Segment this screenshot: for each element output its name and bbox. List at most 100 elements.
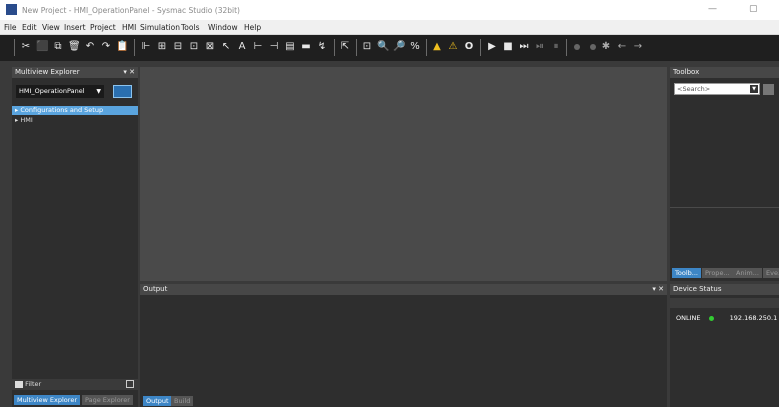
toolbar-separator xyxy=(426,39,427,56)
chevron-down-icon: ▼ xyxy=(96,88,101,95)
device-monitor-icon[interactable] xyxy=(113,85,132,98)
multiview-explorer-panel: Multiview Explorer ▾ ✕ HMI_OperationPane… xyxy=(12,67,138,407)
redo-icon[interactable]: ↷ xyxy=(100,40,112,54)
menu-simulation[interactable]: Simulation xyxy=(140,23,180,32)
panel-pin-button[interactable]: ▾ ✕ xyxy=(123,67,135,78)
warning-icon[interactable]: ▲ xyxy=(431,40,443,54)
device-ip-label: 192.168.250.1 xyxy=(729,314,778,322)
panel-title: Multiview Explorer xyxy=(15,68,80,76)
device-status-header: Device Status xyxy=(670,284,779,295)
save-icon[interactable]: ⬛ xyxy=(36,40,48,54)
menu-insert[interactable]: Insert xyxy=(64,23,86,32)
maximize-button[interactable]: ▢ xyxy=(749,4,758,14)
chevron-down-icon: ▼ xyxy=(750,85,758,93)
run-icon[interactable]: ▶ xyxy=(486,40,498,54)
paste-icon[interactable]: 📋 xyxy=(116,40,128,54)
back-icon[interactable]: ← xyxy=(616,40,628,54)
zoom-out-icon[interactable]: 🔎 xyxy=(393,40,405,54)
menu-view[interactable]: View xyxy=(42,23,60,32)
zoom-percent-icon[interactable]: % xyxy=(409,40,421,54)
menu-window[interactable]: Window xyxy=(208,23,238,32)
step-over-icon[interactable]: ⏯ xyxy=(534,40,546,54)
find-icon[interactable]: ⇱ xyxy=(339,40,351,54)
search-placeholder: <Search> xyxy=(677,85,711,93)
toolbar-separator xyxy=(334,39,335,56)
table-icon[interactable]: ▤ xyxy=(284,40,296,54)
tab-toolbox[interactable]: Toolb... xyxy=(672,268,701,278)
filter-bar[interactable]: Filter xyxy=(12,379,138,390)
text-icon[interactable]: A xyxy=(236,40,248,54)
bring-front-icon[interactable]: ⊢ xyxy=(252,40,264,54)
send-back-icon[interactable]: ⊣ xyxy=(268,40,280,54)
menu-hmi[interactable]: HMI xyxy=(122,23,136,32)
divider xyxy=(670,207,779,208)
alert-icon[interactable]: ⚠ xyxy=(447,40,459,54)
build-icon[interactable]: O xyxy=(463,40,475,54)
copy-icon[interactable]: ⧉ xyxy=(52,40,64,54)
tab-build[interactable]: Build xyxy=(171,396,194,406)
zoom-fit-icon[interactable]: ⊡ xyxy=(361,40,373,54)
tab-properties[interactable]: Prope... xyxy=(702,268,733,278)
tab-events[interactable]: Eve... xyxy=(763,268,779,278)
bar-icon[interactable]: ▬ xyxy=(300,40,312,54)
tab-page-explorer[interactable]: Page Explorer xyxy=(82,395,133,405)
device-status-panel: Device Status ONLINE 192.168.250.1 xyxy=(670,284,779,407)
delete-icon[interactable]: 🗑 xyxy=(68,40,81,54)
menu-bar: File Edit View Insert Project HMI Simula… xyxy=(0,20,779,35)
window-title: New Project - HMI_OperationPanel - Sysma… xyxy=(22,6,240,15)
tab-animations[interactable]: Anim... xyxy=(733,268,762,278)
toolbar-separator xyxy=(566,39,567,56)
pause-icon[interactable]: ⏸ xyxy=(550,40,562,54)
title-bar: New Project - HMI_OperationPanel - Sysma… xyxy=(0,0,779,20)
toolbox-panel: Toolbox <Search> ▼ Toolb... Prope... Ani… xyxy=(670,67,779,281)
stop-icon[interactable]: ■ xyxy=(502,40,514,54)
grid-icon[interactable]: ⊞ xyxy=(156,40,168,54)
menu-project[interactable]: Project xyxy=(90,23,116,32)
align-top-icon[interactable]: ⊟ xyxy=(172,40,184,54)
trend-icon[interactable]: ↯ xyxy=(316,40,328,54)
status-dot-icon xyxy=(590,44,596,50)
editor-area[interactable] xyxy=(140,67,667,281)
menu-help[interactable]: Help xyxy=(244,23,261,32)
toolbar-separator xyxy=(134,39,135,56)
toolbox-header: Toolbox xyxy=(670,67,779,78)
expand-arrow-icon: ▸ xyxy=(15,106,19,114)
online-indicator-icon xyxy=(708,315,714,321)
tree-item-hmi[interactable]: ▸ HMI xyxy=(12,116,138,125)
online-status-label: ONLINE xyxy=(676,314,701,322)
tree-item-label: Configurations and Setup xyxy=(20,106,104,114)
forward-icon[interactable]: → xyxy=(632,40,644,54)
device-selector-value: HMI_OperationPanel xyxy=(19,87,85,95)
toolbar-separator xyxy=(480,39,481,56)
tab-output[interactable]: Output xyxy=(143,396,172,406)
align-bottom-icon[interactable]: ⊡ xyxy=(188,40,200,54)
device-selector[interactable]: HMI_OperationPanel ▼ xyxy=(16,85,104,98)
menu-tools[interactable]: Tools xyxy=(181,23,199,32)
toolbox-search-input[interactable]: <Search> ▼ xyxy=(674,83,760,95)
tab-multiview-explorer[interactable]: Multiview Explorer xyxy=(14,395,80,405)
minimize-button[interactable]: — xyxy=(708,4,717,14)
filter-toggle-icon[interactable] xyxy=(126,380,134,388)
menu-file[interactable]: File xyxy=(4,23,17,32)
device-status-toolbar xyxy=(670,298,779,308)
panel-title: Toolbox xyxy=(673,68,700,76)
zoom-in-icon[interactable]: 🔍 xyxy=(377,40,389,54)
tree-item-configurations[interactable]: ▸ Configurations and Setup xyxy=(12,106,138,115)
filter-label: Filter xyxy=(25,380,42,388)
menu-edit[interactable]: Edit xyxy=(22,23,37,32)
cut-icon[interactable]: ✂ xyxy=(20,40,32,54)
pointer-icon[interactable]: ↖ xyxy=(220,40,232,54)
group-icon[interactable]: ⊠ xyxy=(204,40,216,54)
toolbar: ✂ ⬛ ⧉ 🗑 ↶ ↷ 📋 ⊩ ⊞ ⊟ ⊡ ⊠ ↖ A ⊢ ⊣ ▤ ▬ ↯ ⇱ … xyxy=(0,35,779,61)
panel-title: Device Status xyxy=(673,285,722,293)
toolbar-separator xyxy=(356,39,357,56)
undo-icon[interactable]: ↶ xyxy=(84,40,96,54)
panel-close-button[interactable]: ▾ ✕ xyxy=(652,284,664,295)
align-left-icon[interactable]: ⊩ xyxy=(140,40,152,54)
step-icon[interactable]: ⏭ xyxy=(518,40,530,54)
panel-title: Output xyxy=(143,285,168,293)
toolbox-options-icon[interactable] xyxy=(763,84,774,95)
breakpoint-icon[interactable]: ✱ xyxy=(600,40,612,54)
status-dot-icon xyxy=(574,44,580,50)
app-logo-icon xyxy=(6,4,17,15)
